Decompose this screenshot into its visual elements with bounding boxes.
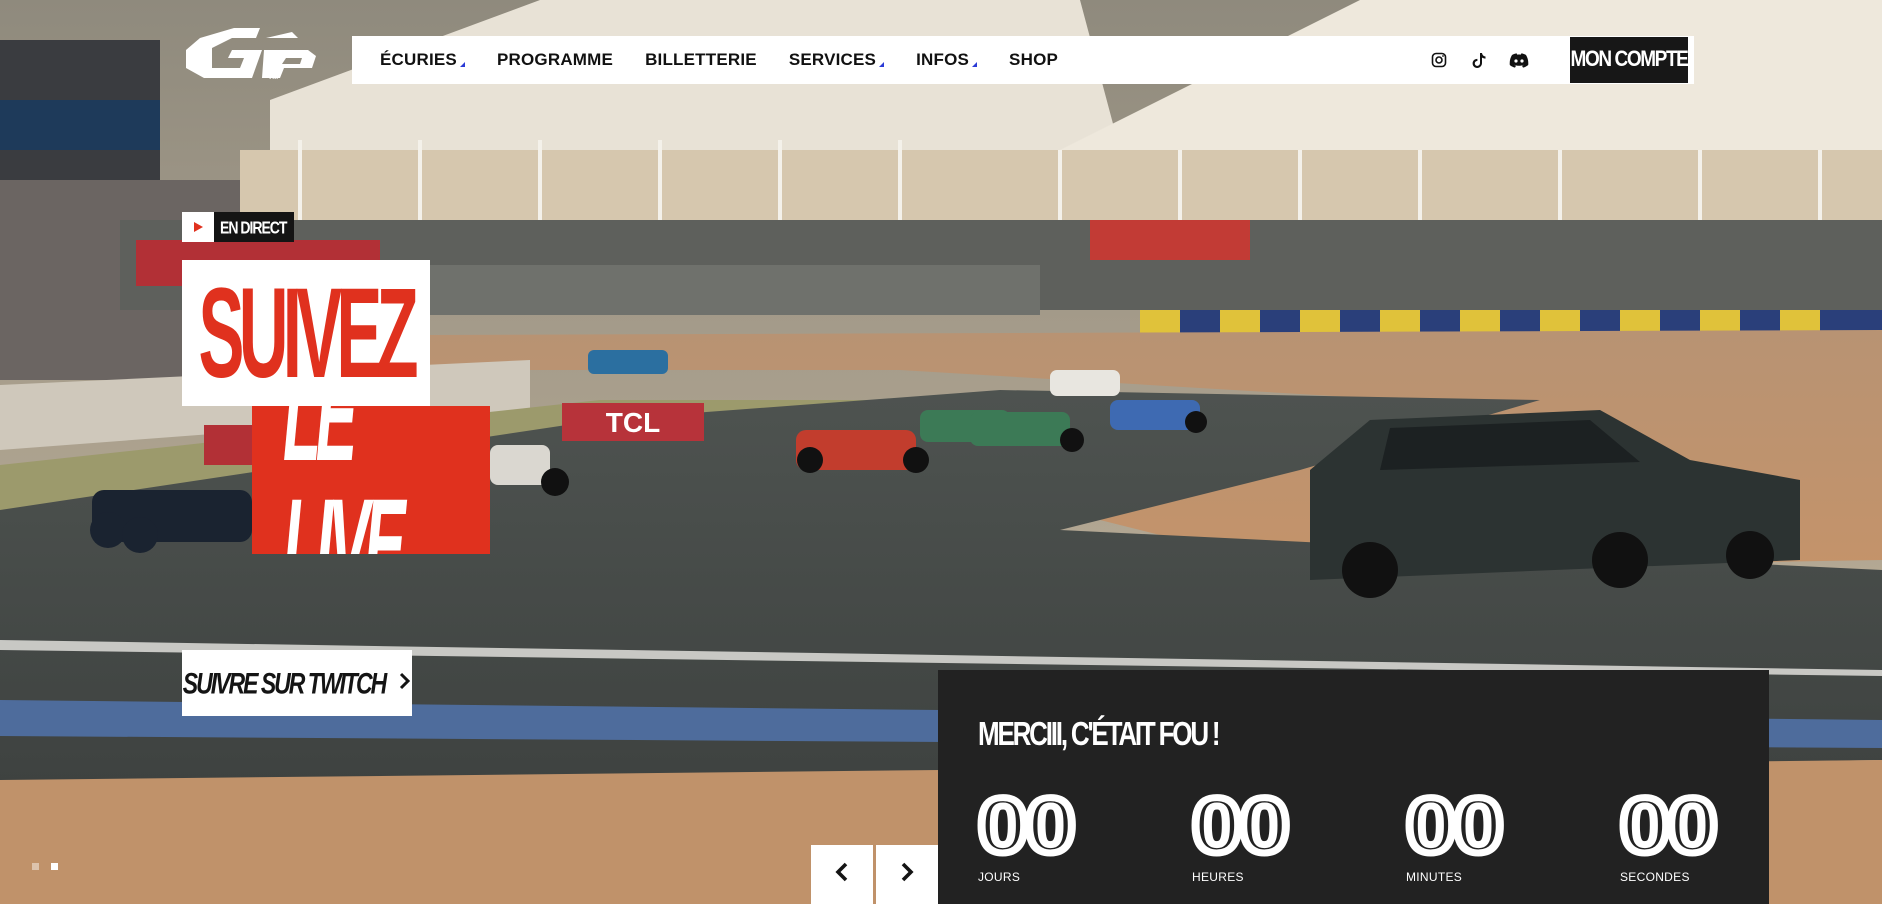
headline-line-1-text: SUIVEZ xyxy=(198,261,419,405)
follow-twitch-label: SUIVRE SUR TWITCH xyxy=(182,665,387,700)
nav-billetterie[interactable]: BILLETTERIE xyxy=(645,50,757,70)
follow-twitch-button[interactable]: SUIVRE SUR TWITCH xyxy=(182,650,412,716)
slider-dots xyxy=(32,863,58,870)
nav-programme[interactable]: PROGRAMME xyxy=(497,50,613,70)
countdown-seconds-value: 00 xyxy=(1616,781,1722,869)
play-icon xyxy=(182,212,214,242)
nav-ecuries-label: ÉCURIES xyxy=(380,50,457,69)
countdown-title: MERCIII, C'ÉTAIT FOU ! xyxy=(978,714,1221,753)
countdown-days-value: 00 xyxy=(974,781,1080,869)
countdown-hours-label: HEURES xyxy=(1192,870,1244,884)
submenu-marker-icon xyxy=(879,62,885,67)
nav-services-label: SERVICES xyxy=(788,50,877,69)
slider-prev-button[interactable] xyxy=(811,845,873,904)
slider-dot-active[interactable] xyxy=(51,863,58,870)
discord-icon[interactable] xyxy=(1508,49,1530,71)
submenu-marker-icon xyxy=(459,62,465,67)
trademark-text: TM xyxy=(268,74,279,81)
nav-shop-label: SHOP xyxy=(1009,50,1059,69)
headline-line-2: LE LIVE xyxy=(252,406,490,554)
countdown-seconds: 00 SECONDES xyxy=(1616,781,1800,885)
submenu-marker-icon xyxy=(972,62,978,67)
countdown-minutes-value: 00 xyxy=(1402,781,1508,869)
account-button[interactable]: MON COMPTE xyxy=(1570,37,1689,83)
countdown-days: 00 JOURS xyxy=(974,781,1158,885)
chevron-right-icon xyxy=(399,672,411,695)
main-navbar: ÉCURIES PROGRAMME BILLETTERIE SERVICES I… xyxy=(352,36,1694,84)
svg-text:TCL: TCL xyxy=(606,407,660,438)
nav-infos-label: INFOS xyxy=(916,50,970,69)
instagram-icon[interactable] xyxy=(1428,49,1450,71)
countdown-panel: MERCIII, C'ÉTAIT FOU ! 00 JOURS 00 HEURE… xyxy=(938,670,1769,904)
nav-infos[interactable]: INFOS xyxy=(916,50,978,70)
tiktok-icon[interactable] xyxy=(1468,49,1490,71)
countdown-minutes: 00 MINUTES xyxy=(1402,781,1586,885)
headline-line-2-text: LE LIVE xyxy=(282,406,406,554)
slider-arrows xyxy=(811,845,938,904)
chevron-left-icon xyxy=(835,862,849,887)
nav-ecuries[interactable]: ÉCURIES xyxy=(380,50,465,70)
live-badge-label: EN DIRECT xyxy=(220,217,287,237)
nav-services[interactable]: SERVICES xyxy=(788,50,885,70)
slider-dot[interactable] xyxy=(32,863,39,870)
chevron-right-icon xyxy=(900,862,914,887)
countdown-days-label: JOURS xyxy=(978,870,1021,884)
social-links xyxy=(1428,36,1530,84)
countdown-minutes-label: MINUTES xyxy=(1406,870,1463,884)
countdown-hours-value: 00 xyxy=(1188,781,1294,869)
gp-logo[interactable]: TM xyxy=(182,24,324,88)
nav-shop[interactable]: SHOP xyxy=(1009,50,1058,70)
nav-billetterie-label: BILLETTERIE xyxy=(645,50,757,69)
slider-next-button[interactable] xyxy=(876,845,938,904)
nav-programme-label: PROGRAMME xyxy=(496,50,614,69)
headline-line-1: SUIVEZ xyxy=(182,260,430,406)
countdown-hours: 00 HEURES xyxy=(1188,781,1372,885)
live-badge: EN DIRECT xyxy=(182,212,295,242)
countdown-seconds-label: SECONDES xyxy=(1620,870,1690,884)
